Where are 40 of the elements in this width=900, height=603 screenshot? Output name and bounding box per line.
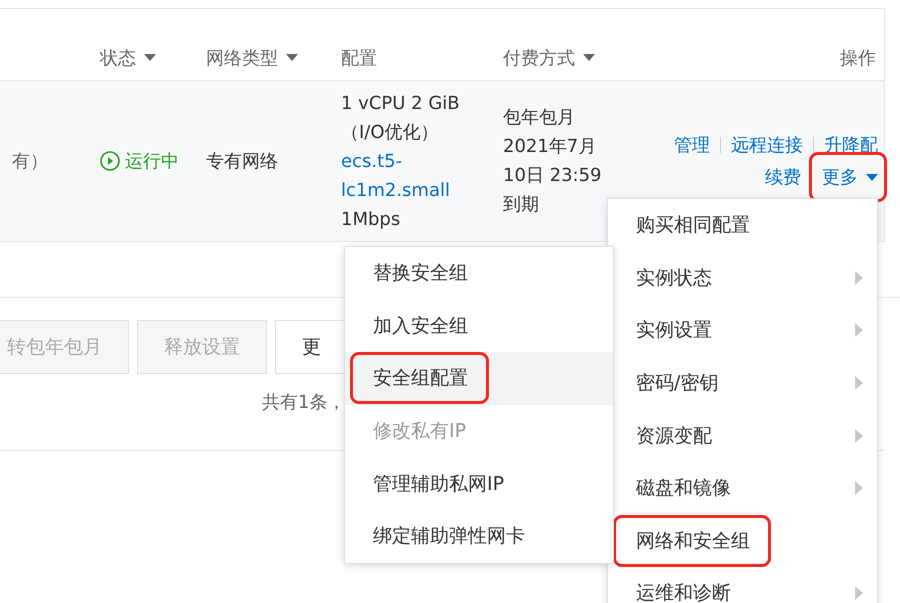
submenu-arrow-icon	[855, 270, 863, 285]
column-header: 操作	[839, 46, 877, 70]
submenu-arrow-icon	[855, 376, 863, 390]
config-text: 1 vCPU 2 GiB	[341, 92, 461, 116]
action-link[interactable]: 续费	[765, 165, 801, 189]
column-header: 配置	[341, 46, 378, 70]
caret-icon	[144, 54, 156, 61]
menu-item[interactable]: 运维和诊断	[608, 567, 877, 603]
menu-item[interactable]: 网络和安全组	[608, 514, 877, 568]
payment-text: 包年包月	[503, 106, 576, 130]
payment-text: 2021年7月	[503, 135, 598, 159]
menu-item[interactable]: 管理辅助私网IP	[345, 457, 613, 510]
menu-item[interactable]: 加入安全组	[345, 300, 613, 352]
instance-type-link[interactable]: ecs.t5-lc1m2.small	[341, 146, 466, 204]
column-header[interactable]: 状态	[100, 46, 206, 70]
caret-icon	[583, 54, 595, 61]
action-link[interactable]: 远程连接	[731, 133, 803, 157]
config-text: （I/O优化）	[341, 120, 440, 144]
table-cell-text: 专有网络	[206, 150, 279, 174]
submenu-arrow-icon	[855, 428, 863, 443]
submenu-arrow-icon	[855, 323, 863, 338]
caret-icon	[286, 54, 298, 61]
bandwidth-text: 1Mbps	[341, 208, 402, 232]
play-icon	[100, 151, 120, 171]
menu-item[interactable]: 替换安全组	[345, 247, 613, 300]
column-header[interactable]: 付费方式	[503, 46, 633, 70]
caret-icon	[866, 174, 878, 180]
payment-text: 到期	[503, 193, 540, 217]
menu-item[interactable]: 绑定辅助弹性网卡	[345, 510, 613, 563]
action-link[interactable]: 管理	[674, 133, 710, 157]
submenu-arrow-icon	[855, 481, 863, 496]
table-cell-text: 有）	[12, 150, 49, 174]
menu-item[interactable]: 购买相同配置	[608, 199, 877, 252]
submenu-arrow-icon	[855, 586, 863, 600]
payment-text: 10日 23:59	[503, 164, 602, 188]
total-count-text: 共有1条，	[261, 391, 346, 414]
menu-item[interactable]: 安全组配置	[345, 352, 613, 405]
status-text: 运行中	[125, 150, 179, 173]
column-header[interactable]: 网络类型	[206, 46, 341, 70]
more-dropdown[interactable]: 更多	[812, 155, 884, 199]
